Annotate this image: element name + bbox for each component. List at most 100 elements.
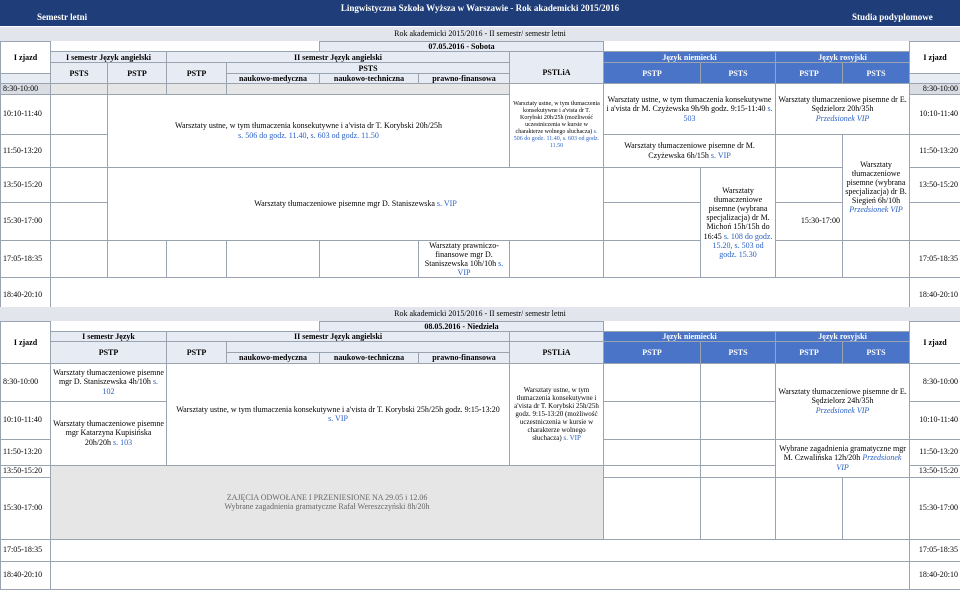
cell-text: Warsztaty ustne, w tym tłumaczenia konse… [606, 95, 772, 114]
table-cell [107, 83, 167, 95]
table-cell [225, 341, 511, 354]
group-niemiecki: Język niemiecki [603, 51, 777, 64]
table-cell [603, 400, 702, 440]
niem-ustne-cell: Warsztaty ustne, w tym tłumaczenia konse… [603, 83, 777, 135]
table-cell [603, 201, 702, 241]
cell-text: Warsztaty tłumaczeniowe pisemne (wybrana… [845, 159, 907, 206]
date-saturday: 07.05.2016 - Sobota [318, 40, 605, 53]
niem-spec-cell: Warsztaty tłumaczeniowe pisemne (wybrana… [700, 166, 777, 279]
col-psts-ros: PSTS [842, 62, 911, 85]
table-cell: 15:30-17:00 [775, 201, 844, 241]
table-cell: 8:30-10:00 [0, 362, 51, 402]
cell-text: Warsztaty tłumaczeniowe pisemne mgr D. S… [254, 198, 435, 208]
table-cell [50, 166, 108, 203]
table-cell [50, 201, 108, 241]
table-cell: 10:10-11:40 [909, 93, 960, 135]
table-cell [51, 322, 320, 332]
col-pstp-1: PSTP [107, 62, 167, 85]
table-cell [775, 239, 844, 279]
table-cell [775, 166, 844, 203]
cell-text: s. VIP [436, 198, 457, 208]
time-slot: 8:30-10:00 [0, 83, 51, 95]
zjazd-label-right-2: I zjazd [909, 321, 960, 364]
cell-text: Przedsionek VIP [815, 405, 870, 415]
block2-year-header: Rok akademicki 2015/2016 - II semestr/ s… [0, 307, 960, 321]
table-cell [909, 73, 960, 85]
cell-text: Warsztaty ustne, w tym tłumaczenia konse… [514, 385, 599, 443]
table-cell: 10:10-11:40 [909, 400, 960, 440]
spec-tech: naukowo-techniczna [319, 73, 419, 85]
table-cell [604, 42, 910, 52]
table-cell: 11:50-13:20 [909, 438, 960, 466]
table-cell: 11:50-13:20 [909, 133, 960, 168]
table-cell: 13:50-15:20 [909, 166, 960, 203]
table-cell: 13:50-15:20 [0, 166, 51, 203]
spec-med: naukowo-medyczna [226, 73, 320, 85]
table-cell: 15:30-17:00 [0, 201, 51, 241]
table-cell [49, 560, 911, 590]
spec-praw-2: prawno-finansowa [418, 352, 511, 364]
table-cell [509, 331, 605, 343]
group-niemiecki-2: Język niemiecki [603, 331, 777, 343]
table-cell [0, 73, 51, 85]
cell-text: Wybrane zagadnienia gramatyczne Rafał We… [224, 502, 430, 512]
col-psts-1: PSTS [50, 62, 108, 85]
cell-text: s. 506 do godz. 11.40, s. 603 od godz. 1… [238, 130, 379, 140]
table-cell: 11:50-13:20 [0, 438, 51, 466]
table-cell [603, 438, 702, 466]
ros-pisemne-cell: Warsztaty tłumaczeniowe pisemne dr E. Sę… [775, 83, 911, 135]
table-cell [603, 362, 702, 402]
ros-pisemne-cell-2: Warsztaty tłumaczeniowe pisemne dr E. Sę… [775, 362, 911, 440]
table-cell [842, 476, 911, 540]
table-cell: 17:05-18:35 [0, 538, 51, 562]
niem-pisemne-cell: Warsztaty tłumaczeniowe pisemne dr M. Cz… [603, 133, 777, 168]
table-cell: 8:30-10:00 [909, 83, 960, 95]
table-cell [50, 93, 108, 135]
col-pstp-niem-2: PSTP [603, 341, 702, 364]
table-cell [700, 438, 777, 466]
table-cell: 13:50-15:20 [909, 464, 960, 478]
cancelled-cell: ZAJĘCIA ODWOŁANE I PRZENIESIONE NA 29.05… [49, 464, 605, 540]
spec-tech-2: naukowo-techniczna [319, 352, 420, 364]
sem1-pisemne-1-cell: Warsztaty tłumaczeniowe pisemne mgr D. S… [50, 362, 167, 402]
cell-text: Warsztaty ustne, w tym tłumaczenia konse… [513, 101, 600, 135]
cell-text: Warsztaty ustne, w tym tłumaczenia konse… [176, 404, 500, 414]
zjazd-label-right: I zjazd [909, 40, 960, 75]
col-pstlia: PSTLiA [508, 62, 605, 85]
cell-text: Warsztaty tłumaczeniowe pisemne dr E. Sę… [778, 95, 907, 114]
cell-text: Warsztaty prawniczo-finansowe mgr D. Sta… [424, 240, 499, 268]
pstlia-ustne-cell: Warsztaty ustne, w tym tłumaczenia konse… [508, 83, 605, 168]
table-cell: 10:10-11:40 [0, 93, 51, 135]
table-cell [50, 239, 108, 279]
table-cell [226, 83, 510, 95]
table-cell [700, 400, 777, 440]
group-sem2-2: II semestr Język angielski [165, 331, 511, 343]
table-cell [50, 83, 108, 95]
table-cell [603, 464, 702, 478]
table-cell [50, 133, 108, 168]
table-cell: 15:30-17:00 [0, 476, 51, 540]
study-type-label: Studia podyplomowe [852, 12, 933, 22]
ustne-main-cell: Warsztaty ustne, w tym tłumaczenia konse… [107, 93, 510, 168]
top-banner: Lingwistyczna Szkoła Wyższa w Warszawie … [0, 0, 960, 26]
col-pstp-1-2: PSTP [50, 341, 167, 364]
table-cell [107, 239, 167, 279]
col-pstp-niem: PSTP [603, 62, 702, 85]
cell-text: s. VIP [328, 414, 348, 424]
group-sem1-angielski: I semestr Język angielski [50, 51, 167, 64]
spec-med-2: naukowo-medyczna [225, 352, 321, 364]
table-cell [226, 239, 320, 279]
cell-text: Warsztaty tłumaczeniowe pisemne dr M. Cz… [624, 141, 755, 160]
cell-text: Warsztaty tłumaczeniowe pisemne mgr D. S… [53, 368, 164, 387]
table-cell [603, 239, 702, 279]
table-cell: 11:50-13:20 [0, 133, 51, 168]
table-cell: 18:40-20:10 [909, 560, 960, 590]
cell-text: s. 108 do godz. 15.20, s. 503 od godz. 1… [712, 231, 773, 259]
table-cell: 17:05-18:35 [909, 538, 960, 562]
table-cell [166, 239, 227, 279]
cell-text: s. 103 [113, 437, 133, 447]
sem1-pisemne-2-cell: Warsztaty tłumaczeniowe pisemne mgr Kata… [50, 400, 167, 466]
table-cell [603, 166, 702, 203]
table-cell: 8:30-10:00 [909, 362, 960, 402]
cell-text: Warsztaty ustne, w tym tłumaczenia konse… [175, 121, 442, 131]
